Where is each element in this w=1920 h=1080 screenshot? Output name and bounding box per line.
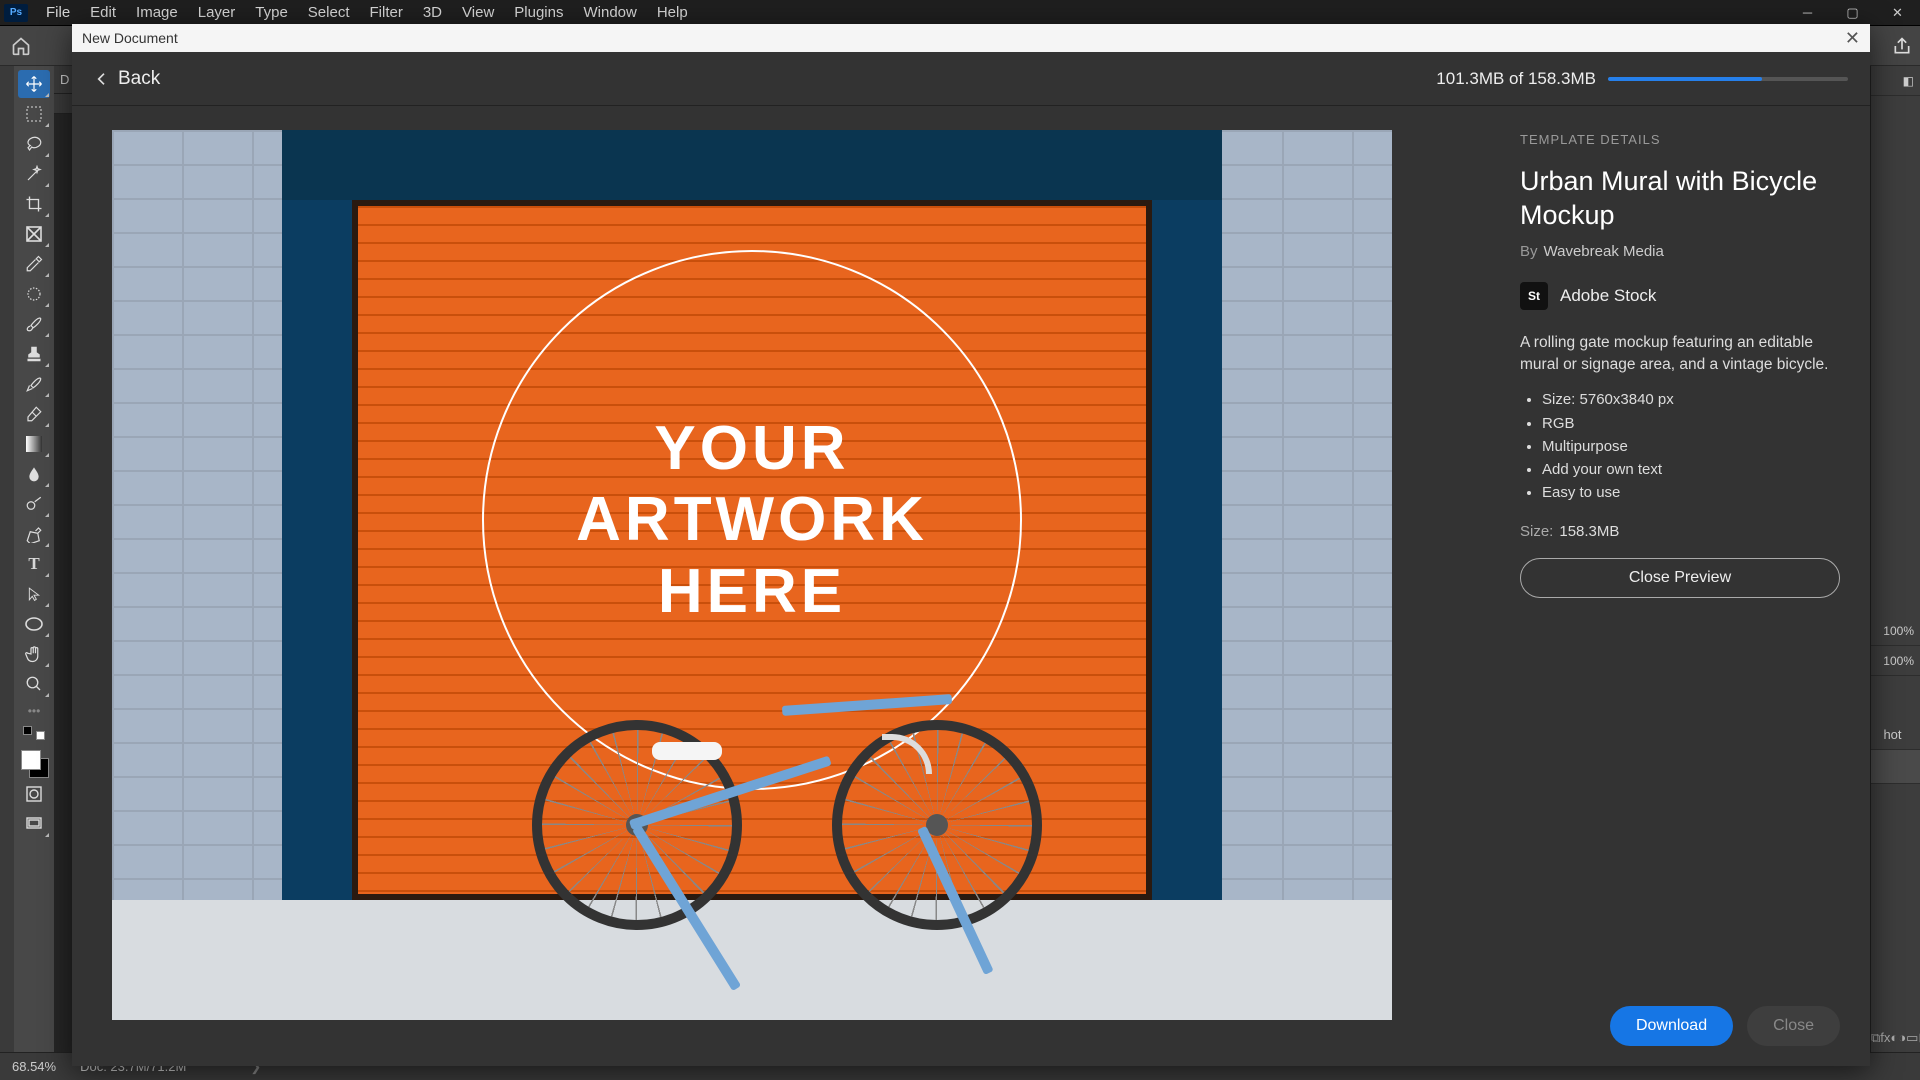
adjust-icon[interactable]: ◑: [1898, 1030, 1906, 1046]
frame-tool[interactable]: [18, 220, 50, 248]
progress-fill: [1608, 77, 1762, 81]
quickmask-icon[interactable]: [18, 780, 50, 808]
layer-footer-icons: ⧉ fx ◐ ◑ ▭ ⊞ 🗑: [1871, 1030, 1920, 1046]
panel-text: hot: [1871, 720, 1920, 750]
toolbar: T •••: [14, 66, 54, 1052]
template-bullets: Size: 5760x3840 px RGB Multipurpose Add …: [1520, 388, 1840, 504]
menu-select[interactable]: Select: [298, 0, 360, 25]
menu-view[interactable]: View: [452, 0, 504, 25]
app-logo: Ps: [4, 4, 28, 22]
template-title: Urban Mural with Bicycle Mockup: [1520, 165, 1840, 233]
zoom-readout[interactable]: 68.54%: [12, 1059, 56, 1074]
stock-source[interactable]: St Adobe Stock: [1520, 282, 1840, 310]
stock-name: Adobe Stock: [1560, 286, 1656, 306]
chevron-left-icon: [94, 67, 110, 91]
artwork-line3: HERE: [658, 559, 846, 624]
download-progress-text: 101.3MB of 158.3MB: [1436, 69, 1596, 89]
back-label: Back: [118, 68, 160, 90]
close-icon[interactable]: ✕: [1845, 28, 1860, 49]
template-preview-image: YOUR ARTWORK HERE: [112, 130, 1392, 1020]
bullet-item: Easy to use: [1542, 481, 1840, 504]
dodge-tool[interactable]: [18, 490, 50, 518]
artwork-line1: YOUR: [654, 416, 849, 481]
window-minimize-icon[interactable]: ─: [1785, 0, 1830, 26]
opacity-readout[interactable]: 100%: [1871, 616, 1920, 646]
panel-icon[interactable]: ◧: [1871, 66, 1920, 96]
menu-filter[interactable]: Filter: [360, 0, 413, 25]
menu-file[interactable]: File: [36, 0, 80, 25]
template-author: ByWavebreak Media: [1520, 243, 1840, 260]
menu-layer[interactable]: Layer: [188, 0, 246, 25]
dialog-topbar: Back 101.3MB of 158.3MB: [72, 52, 1870, 106]
template-preview-pane: YOUR ARTWORK HERE: [72, 106, 1490, 1066]
window-close-icon[interactable]: ✕: [1875, 0, 1920, 26]
menu-image[interactable]: Image: [126, 0, 188, 25]
brush-tool[interactable]: [18, 310, 50, 338]
bullet-item: Size: 5760x3840 px: [1542, 388, 1840, 411]
eyedropper-tool[interactable]: [18, 250, 50, 278]
lasso-tool[interactable]: [18, 130, 50, 158]
type-tool[interactable]: T: [18, 550, 50, 578]
artwork-line2: ARTWORK: [576, 487, 928, 552]
gradient-tool[interactable]: [18, 430, 50, 458]
home-icon[interactable]: [8, 33, 34, 59]
blur-tool[interactable]: [18, 460, 50, 488]
link-icon[interactable]: ⧉: [1871, 1030, 1880, 1046]
bullet-item: RGB: [1542, 412, 1840, 435]
default-colors-icon[interactable]: [23, 726, 45, 740]
pen-tool[interactable]: [18, 520, 50, 548]
close-button[interactable]: Close: [1747, 1006, 1840, 1046]
marquee-tool[interactable]: [18, 100, 50, 128]
download-progress-bar: [1608, 77, 1848, 81]
menu-plugins[interactable]: Plugins: [504, 0, 573, 25]
eraser-tool[interactable]: [18, 400, 50, 428]
fx-icon[interactable]: fx: [1880, 1030, 1890, 1046]
share-icon[interactable]: [1892, 36, 1912, 56]
app-titlebar: Ps File Edit Image Layer Type Select Fil…: [0, 0, 1920, 26]
crop-tool[interactable]: [18, 190, 50, 218]
fill-readout[interactable]: 100%: [1871, 646, 1920, 676]
collapse-strip: [0, 66, 14, 1052]
bullet-item: Multipurpose: [1542, 435, 1840, 458]
close-preview-button[interactable]: Close Preview: [1520, 558, 1840, 598]
stock-badge-icon: St: [1520, 282, 1548, 310]
menu-type[interactable]: Type: [245, 0, 298, 25]
menu-edit[interactable]: Edit: [80, 0, 126, 25]
panel-thumb[interactable]: [1871, 750, 1920, 784]
folder-icon[interactable]: ▭: [1906, 1030, 1918, 1046]
history-brush-tool[interactable]: [18, 370, 50, 398]
mask-icon[interactable]: ◐: [1890, 1030, 1898, 1046]
right-panel-collapsed: ◧ 100% 100% hot ⧉ fx ◐ ◑ ▭ ⊞ 🗑: [1870, 66, 1920, 1052]
wand-tool[interactable]: [18, 160, 50, 188]
bicycle-graphic: [532, 630, 1052, 930]
dialog-title: New Document: [82, 30, 178, 46]
new-document-dialog: New Document ✕ Back 101.3MB of 158.3MB Y…: [72, 24, 1870, 1066]
move-tool[interactable]: [18, 70, 50, 98]
download-button[interactable]: Download: [1610, 1006, 1733, 1046]
hand-tool[interactable]: [18, 640, 50, 668]
color-swatches[interactable]: [19, 748, 49, 778]
heal-tool[interactable]: [18, 280, 50, 308]
template-description: A rolling gate mockup featuring an edita…: [1520, 332, 1840, 377]
shape-tool[interactable]: [18, 610, 50, 638]
template-size: Size:158.3MB: [1520, 523, 1840, 540]
screenmode-icon[interactable]: [18, 810, 50, 838]
template-details-pane: TEMPLATE DETAILS Urban Mural with Bicycl…: [1490, 106, 1870, 1066]
zoom-tool[interactable]: [18, 670, 50, 698]
menu-help[interactable]: Help: [647, 0, 698, 25]
stamp-tool[interactable]: [18, 340, 50, 368]
menu-window[interactable]: Window: [573, 0, 646, 25]
menubar: File Edit Image Layer Type Select Filter…: [36, 0, 698, 25]
details-label: TEMPLATE DETAILS: [1520, 132, 1840, 147]
dialog-titlebar: New Document ✕: [72, 24, 1870, 52]
menu-3d[interactable]: 3D: [413, 0, 452, 25]
window-maximize-icon[interactable]: ▢: [1830, 0, 1875, 26]
back-button[interactable]: Back: [94, 67, 160, 91]
path-select-tool[interactable]: [18, 580, 50, 608]
bullet-item: Add your own text: [1542, 458, 1840, 481]
